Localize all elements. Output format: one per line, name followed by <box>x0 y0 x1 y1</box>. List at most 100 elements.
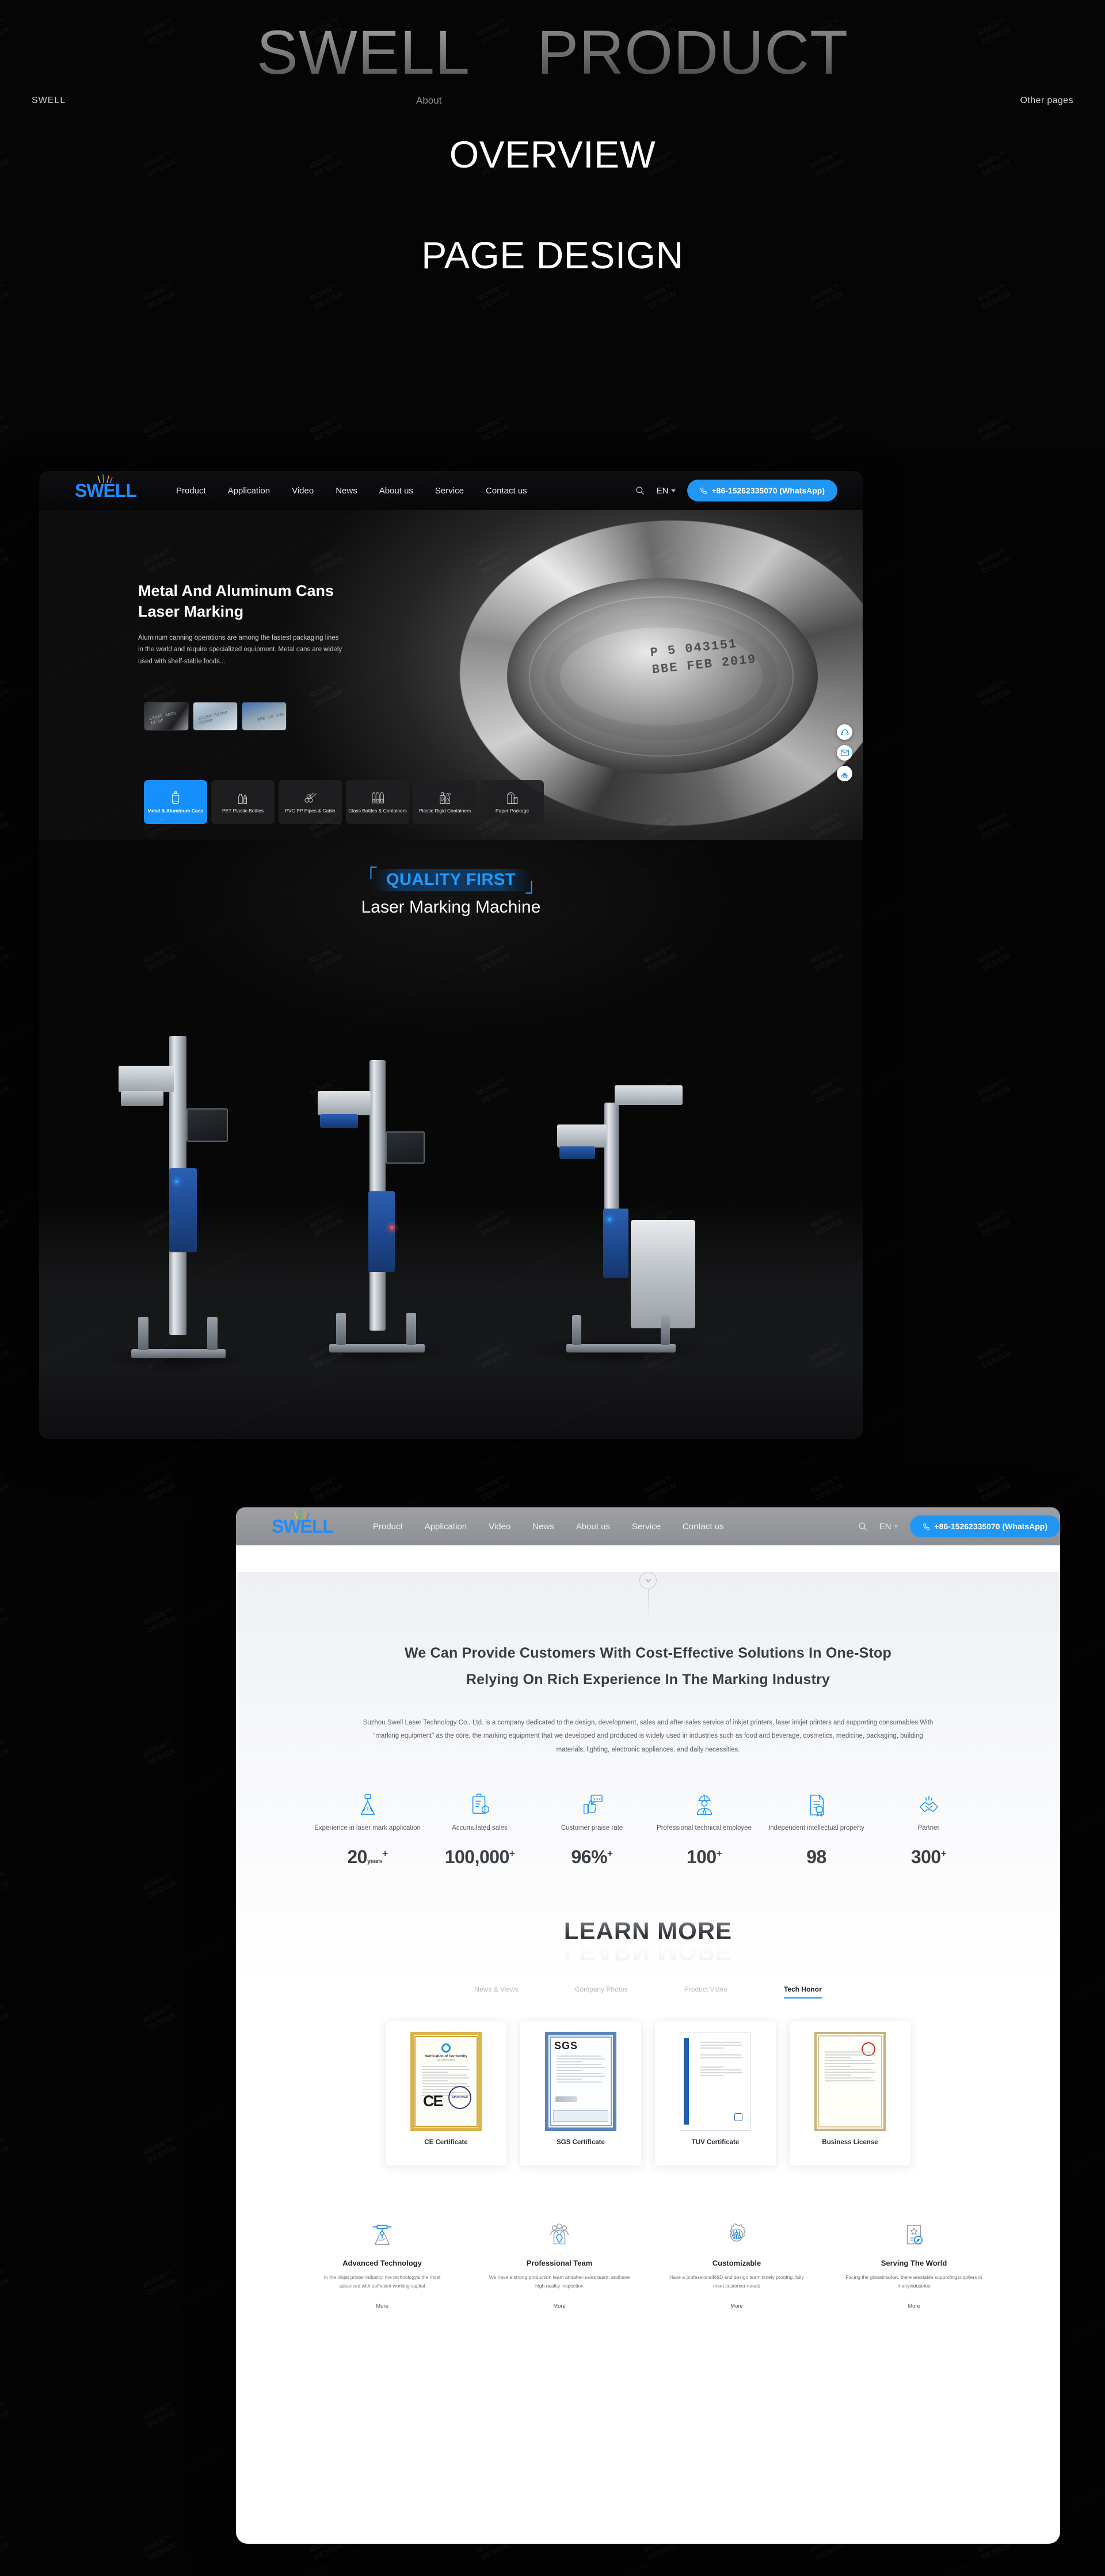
sgs-logo-text: SGS <box>554 2040 578 2052</box>
can-icon <box>172 791 180 804</box>
nav-item-video[interactable]: Video <box>292 486 314 496</box>
bracket-left-icon <box>369 867 376 879</box>
stat-label: Independent intellectual property <box>768 1825 864 1832</box>
whatsapp-phone-button[interactable]: +86-15262335070 (WhatsApp) <box>687 480 837 501</box>
category-tab-pet-plastic-bottles[interactable]: PET Plastic Bottles <box>211 780 275 824</box>
spray-bottle-icon <box>440 792 451 804</box>
stat-item-praise-rate: Customer praise rate 96%+ <box>536 1790 648 1868</box>
scroll-down-button[interactable] <box>639 1572 657 1589</box>
nav-item-service[interactable]: Service <box>435 486 464 496</box>
certificate-card-sgs[interactable]: SGS SGS Certificate <box>520 2022 641 2166</box>
advanced-technology-icon <box>310 2221 454 2250</box>
product-category-tabs: Metal & Aluminum Cans PET Plastic Bottle… <box>144 780 544 824</box>
stat-value: 98 <box>760 1846 872 1868</box>
nav-item-contact-us[interactable]: Contact us <box>486 486 527 496</box>
chevron-down-icon <box>670 489 676 492</box>
tab-company-photos[interactable]: Company Photos <box>575 1985 628 1999</box>
certificate-card-grid: Verification of Conformity NO. CRT/FK/06… <box>236 2022 1060 2166</box>
feature-more-link[interactable]: More <box>487 2303 631 2309</box>
whatsapp-phone-button[interactable]: +86-15262335070 (WhatsApp) <box>909 1515 1060 1537</box>
stat-plus: + <box>382 1848 388 1859</box>
tab-news-and-views[interactable]: News & Views <box>474 1985 518 1999</box>
stat-label: Customer praise rate <box>561 1825 623 1832</box>
nav-item-about-us[interactable]: About us <box>379 486 413 496</box>
hero-copy-block: Metal And Aluminum Cans Laser Marking Al… <box>138 580 345 667</box>
laser-marking-icon <box>311 1790 424 1817</box>
nav-item-video[interactable]: Video <box>489 1522 510 1532</box>
feature-title: Customizable <box>712 2259 761 2268</box>
nav-item-application[interactable]: Application <box>425 1522 467 1532</box>
site-logo-text: SWELL <box>75 480 137 501</box>
hero-banner: SWELL PRODUCT SWELL About Other pages OV… <box>0 0 1105 449</box>
nav-item-news[interactable]: News <box>532 1522 554 1532</box>
feature-customizable: Customizable Have a professionalR&D and … <box>665 2221 809 2309</box>
floating-side-dock: TOP <box>837 724 852 781</box>
search-icon[interactable] <box>635 485 645 496</box>
stat-number: 300 <box>910 1846 941 1868</box>
category-tab-metal-aluminum-cans[interactable]: Metal & Aluminum Cans <box>144 780 207 824</box>
carton-icon <box>507 792 518 804</box>
language-selector[interactable]: EN <box>657 486 676 496</box>
stat-item-intellectual-property: Independent intellectual property 98 <box>760 1790 872 1868</box>
hero-thumbnail[interactable]: BBE 10 JUN <box>242 702 287 731</box>
certificate-card-ce[interactable]: Verification of Conformity NO. CRT/FK/06… <box>386 2022 506 2166</box>
hero-thumbnail[interactable]: L3165 ADC3 12:07 <box>144 702 189 731</box>
certificate-card-business-license[interactable]: Business License <box>790 2022 910 2166</box>
feature-title: Professional Team <box>526 2259 593 2268</box>
thumbnail-code-text: BBE 10 JUN <box>257 712 285 723</box>
customizable-gear-icon <box>665 2221 809 2250</box>
feature-more-link[interactable]: More <box>842 2303 986 2309</box>
feature-highlights-row: Advanced Technology In the inkjet printe… <box>236 2221 1060 2342</box>
feature-more-link[interactable]: More <box>665 2303 809 2309</box>
light-page-body: We Can Provide Customers With Cost-Effec… <box>236 1572 1060 2365</box>
email-button[interactable] <box>837 745 852 761</box>
bracket-right-icon <box>525 881 532 894</box>
logo-spark-icon <box>294 1510 310 1519</box>
glass-bottles-icon <box>372 792 384 804</box>
tab-tech-honor[interactable]: Tech Honor <box>783 1985 822 1999</box>
learn-more-tabs: News & Views Company Photos Product Vide… <box>236 1985 1060 1999</box>
email-envelope-icon <box>840 750 849 756</box>
site-logo[interactable]: SWELL <box>75 474 148 501</box>
certificate-name: CE Certificate <box>424 2139 468 2146</box>
banner-other-pages-label: Other pages <box>1020 96 1073 105</box>
hero-paragraph: Aluminum canning operations are among th… <box>138 634 342 665</box>
support-headset-icon <box>841 729 848 735</box>
feature-advanced-technology: Advanced Technology In the inkjet printe… <box>310 2221 454 2309</box>
site-navbar: SWELL Product Application Video News Abo… <box>39 471 863 510</box>
nav-item-contact-us[interactable]: Contact us <box>683 1522 724 1532</box>
certificate-name: TUV Certificate <box>691 2139 740 2146</box>
approval-stamp: APPROVED <box>448 2086 471 2110</box>
search-icon[interactable] <box>858 1521 868 1532</box>
nav-item-news[interactable]: News <box>336 486 357 496</box>
category-tab-pvc-pp-pipes-cable[interactable]: PVC PP Pipes & Cable <box>279 780 342 824</box>
certificate-card-tuv[interactable]: TUV Certificate <box>655 2022 776 2166</box>
learn-more-heading-block: LEARN MORE LEARN MORE <box>236 1917 1060 1966</box>
language-label: EN <box>879 1521 891 1532</box>
nav-item-application[interactable]: Application <box>228 486 270 496</box>
nav-item-about-us[interactable]: About us <box>576 1522 610 1532</box>
site-nav-links: Product Application Video News About us … <box>176 486 527 496</box>
feature-description: We have a strong production team andafte… <box>489 2274 630 2289</box>
banner-title-product: PRODUCT <box>537 17 849 87</box>
category-tab-paper-package[interactable]: Paper Package <box>481 780 544 824</box>
banner-subtitle-pagedesign: PAGE DESIGN <box>421 234 684 276</box>
site-logo[interactable]: SWELL <box>272 1510 345 1536</box>
nav-item-product[interactable]: Product <box>176 486 206 496</box>
nav-item-product[interactable]: Product <box>373 1522 403 1532</box>
category-tab-glass-bottles-containers[interactable]: Glass Bottles & Containers <box>346 780 409 824</box>
stat-plus: + <box>716 1848 722 1859</box>
language-selector[interactable]: EN <box>879 1522 898 1532</box>
category-tab-label: PET Plastic Bottles <box>222 808 264 814</box>
support-headset-button[interactable] <box>837 724 852 740</box>
hero-thumbnail[interactable]: S28MM S26MM S25MM <box>193 702 238 731</box>
quality-subtitle: Laser Marking Machine <box>361 898 541 917</box>
quality-badge: QUALITY FIRST <box>369 867 532 894</box>
feature-more-link[interactable]: More <box>310 2303 454 2309</box>
nav-item-service[interactable]: Service <box>632 1522 661 1532</box>
thumbs-up-stars-icon <box>536 1790 648 1817</box>
certificate-thumbnail <box>814 2032 886 2132</box>
tab-product-video[interactable]: Product Video <box>684 1985 727 1999</box>
scroll-to-top-button[interactable]: TOP <box>837 766 852 781</box>
category-tab-plastic-rigid-containers[interactable]: Plastic Rigid Containers <box>413 780 477 824</box>
